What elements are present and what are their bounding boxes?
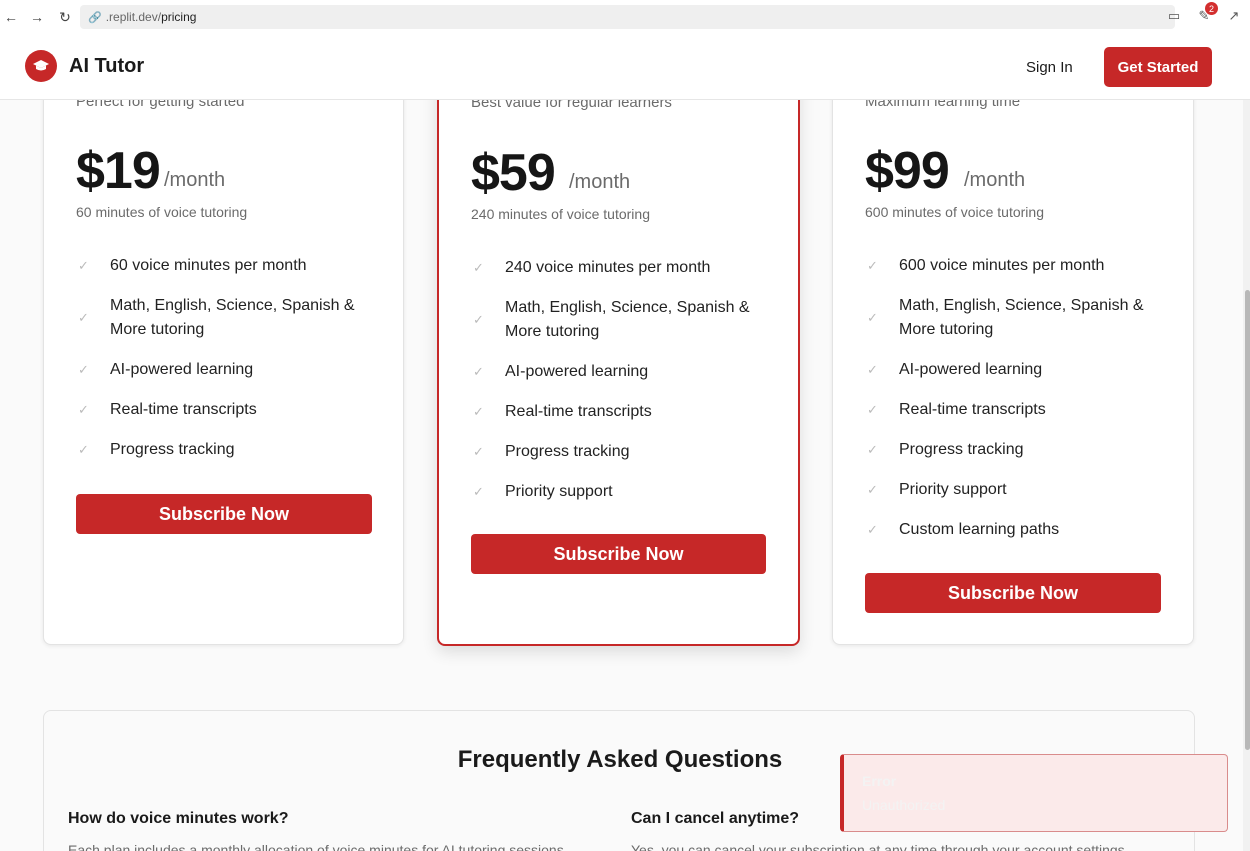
- subscribe-button-basic[interactable]: Subscribe Now: [76, 494, 372, 534]
- toast-title: Error: [862, 773, 897, 789]
- back-icon[interactable]: ←: [0, 6, 22, 28]
- check-icon: ✓: [473, 484, 484, 499]
- plan-period: /month: [964, 169, 1026, 191]
- feature-list: ✓ 60 voice minutes per month ✓ Math, Engli…: [78, 254, 370, 478]
- scrollbar-thumb[interactable]: [1245, 290, 1250, 750]
- feature-item: ✓ Progress tracking: [867, 438, 1159, 462]
- feature-list: ✓ 240 voice minutes per month ✓ Math, Engl…: [473, 256, 765, 520]
- subscribe-button-popular[interactable]: Subscribe Now: [471, 534, 766, 574]
- check-icon: ✓: [867, 310, 878, 325]
- plan-minutes: 600 minutes of voice tutoring: [865, 204, 1044, 220]
- plan-price: $19: [76, 142, 161, 200]
- faq-answer: Yes, you can cancel your subscription at…: [631, 842, 1129, 851]
- check-icon: ✓: [867, 522, 878, 537]
- plan-period: /month: [569, 171, 631, 193]
- check-icon: ✓: [78, 362, 89, 377]
- reload-icon[interactable]: ↻: [54, 6, 76, 28]
- check-icon: ✓: [473, 444, 484, 459]
- link-icon: 🔗: [88, 11, 102, 24]
- pricing-card-premium: Maximum learning time $99 /month 600 min…: [832, 60, 1194, 645]
- check-icon: ✓: [78, 258, 89, 273]
- feature-item: ✓ Math, English, Science, Spanish & More …: [473, 296, 765, 344]
- feature-list: ✓ 600 voice minutes per month ✓ Math, Engl…: [867, 254, 1159, 558]
- feature-item: ✓ AI-powered learning: [867, 358, 1159, 382]
- address-bar[interactable]: 🔗 .replit.dev/pricing: [80, 5, 1175, 29]
- plan-period: /month: [164, 169, 226, 191]
- feature-item: ✓ Real-time transcripts: [78, 398, 370, 422]
- browser-toolbar: ← → ↻ 🔗 .replit.dev/pricing ▭ ✎ 2 ↗: [0, 0, 1250, 34]
- brand-name[interactable]: AI Tutor: [69, 55, 144, 78]
- faq-answer: Each plan includes a monthly allocation …: [68, 842, 568, 851]
- url-path: pricing: [161, 10, 197, 24]
- faq-question: Can I cancel anytime?: [631, 810, 800, 827]
- forward-icon[interactable]: →: [26, 6, 48, 28]
- feature-item: ✓ AI-powered learning: [473, 360, 765, 384]
- url-domain: .replit.dev/: [105, 10, 162, 24]
- plan-minutes: 60 minutes of voice tutoring: [76, 204, 248, 220]
- feature-item: ✓ 240 voice minutes per month: [473, 256, 765, 280]
- plan-price: $59: [471, 144, 556, 202]
- feature-item: ✓ Custom learning paths: [867, 518, 1159, 542]
- subscribe-button-premium[interactable]: Subscribe Now: [865, 573, 1161, 613]
- check-icon: ✓: [473, 312, 484, 327]
- graduation-cap-icon: [33, 60, 49, 71]
- check-icon: ✓: [78, 310, 89, 325]
- faq-question: How do voice minutes work?: [68, 810, 289, 827]
- open-external-icon[interactable]: ↗: [1224, 6, 1244, 26]
- feature-item: ✓ AI-powered learning: [78, 358, 370, 382]
- feature-item: ✓ Real-time transcripts: [867, 398, 1159, 422]
- plan-price: $99: [865, 142, 950, 200]
- feature-item: ✓ 600 voice minutes per month: [867, 254, 1159, 278]
- feature-item: ✓ 60 voice minutes per month: [78, 254, 370, 278]
- check-icon: ✓: [473, 364, 484, 379]
- check-icon: ✓: [867, 362, 878, 377]
- feature-item: ✓ Real-time transcripts: [473, 400, 765, 424]
- check-icon: ✓: [473, 404, 484, 419]
- plan-minutes: 240 minutes of voice tutoring: [471, 206, 650, 222]
- pricing-card-basic: Perfect for getting started $19 /month 6…: [43, 60, 404, 645]
- check-icon: ✓: [867, 442, 878, 457]
- devices-icon[interactable]: ▭: [1164, 6, 1184, 26]
- logo[interactable]: [25, 50, 57, 82]
- check-icon: ✓: [867, 258, 878, 273]
- feature-item: ✓ Math, English, Science, Spanish & More …: [867, 294, 1159, 342]
- feature-item: ✓ Math, English, Science, Spanish & More …: [78, 294, 370, 342]
- check-icon: ✓: [78, 442, 89, 457]
- check-icon: ✓: [867, 402, 878, 417]
- get-started-button[interactable]: Get Started: [1104, 47, 1212, 87]
- extensions-badge: 2: [1205, 2, 1218, 15]
- app-header: AI Tutor Sign In Get Started: [0, 34, 1250, 100]
- feature-item: ✓ Progress tracking: [473, 440, 765, 464]
- extensions-icon[interactable]: ✎ 2: [1194, 2, 1218, 26]
- check-icon: ✓: [78, 402, 89, 417]
- check-icon: ✓: [867, 482, 878, 497]
- feature-item: ✓ Priority support: [473, 480, 765, 504]
- toast-message: Unauthorized: [862, 797, 946, 813]
- check-icon: ✓: [473, 260, 484, 275]
- error-toast[interactable]: Error Unauthorized: [840, 754, 1228, 832]
- pricing-card-popular: Best value for regular learners $59 /mon…: [437, 60, 800, 646]
- feature-item: ✓ Progress tracking: [78, 438, 370, 462]
- sign-in-link[interactable]: Sign In: [1026, 59, 1073, 76]
- feature-item: ✓ Priority support: [867, 478, 1159, 502]
